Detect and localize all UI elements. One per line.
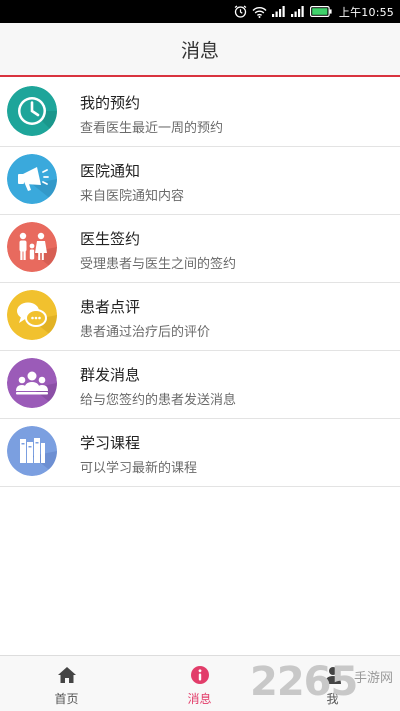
watermark-number: 2265 (250, 659, 358, 705)
megaphone-icon (7, 154, 57, 204)
item-subtitle: 可以学习最新的课程 (80, 461, 198, 476)
list-item-courses[interactable]: 学习课程 可以学习最新的课程 (0, 419, 400, 487)
list-item-doctor-contract[interactable]: 医生签约 受理患者与医生之间的签约 (0, 215, 400, 283)
item-title: 学习课程 (80, 434, 141, 452)
item-subtitle: 患者通过治疗后的评价 (80, 325, 211, 340)
item-subtitle: 受理患者与医生之间的签约 (80, 257, 237, 272)
tab-home[interactable]: 首页 (0, 656, 133, 711)
alarm-icon (234, 5, 247, 18)
battery-icon (309, 6, 332, 17)
wifi-icon (252, 6, 267, 18)
status-bar: 上午10:55 (0, 0, 400, 23)
tab-label: 消息 (187, 692, 212, 706)
group-icon (7, 358, 57, 408)
status-time: 上午10:55 (338, 5, 394, 19)
signal-icon (271, 6, 286, 17)
books-icon (7, 426, 57, 476)
item-title: 群发消息 (80, 366, 141, 384)
tab-label: 首页 (54, 692, 79, 706)
item-subtitle: 查看医生最近一周的预约 (80, 121, 224, 136)
item-title: 患者点评 (80, 298, 141, 316)
list-item-appointments[interactable]: 我的预约 查看医生最近一周的预约 (0, 79, 400, 147)
item-subtitle: 来自医院通知内容 (80, 189, 185, 204)
tab-messages[interactable]: 消息 (133, 656, 266, 711)
list-item-patient-reviews[interactable]: 患者点评 患者通过治疗后的评价 (0, 283, 400, 351)
watermark-text: 手游网 (354, 671, 394, 686)
home-icon (57, 665, 77, 685)
signal-icon (290, 6, 305, 17)
page-title: 消息 (180, 39, 219, 62)
item-title: 医生签约 (80, 230, 141, 248)
item-title: 我的预约 (80, 94, 141, 112)
chat-bubble-icon (7, 290, 57, 340)
family-icon (7, 222, 57, 272)
item-title: 医院通知 (80, 162, 141, 180)
item-subtitle: 给与您签约的患者发送消息 (80, 393, 237, 408)
status-icons: 上午10:55 (234, 0, 394, 23)
list-item-broadcast-message[interactable]: 群发消息 给与您签约的患者发送消息 (0, 351, 400, 419)
clock-icon (7, 86, 57, 136)
info-icon (190, 665, 210, 685)
list-item-hospital-notice[interactable]: 医院通知 来自医院通知内容 (0, 147, 400, 215)
watermark: 2265 手游网 (250, 657, 400, 711)
message-category-list: 我的预约 查看医生最近一周的预约 医院通知 来自医院通知内容 医生签约 受理患者… (0, 79, 400, 487)
title-bar: 消息 (0, 23, 400, 77)
